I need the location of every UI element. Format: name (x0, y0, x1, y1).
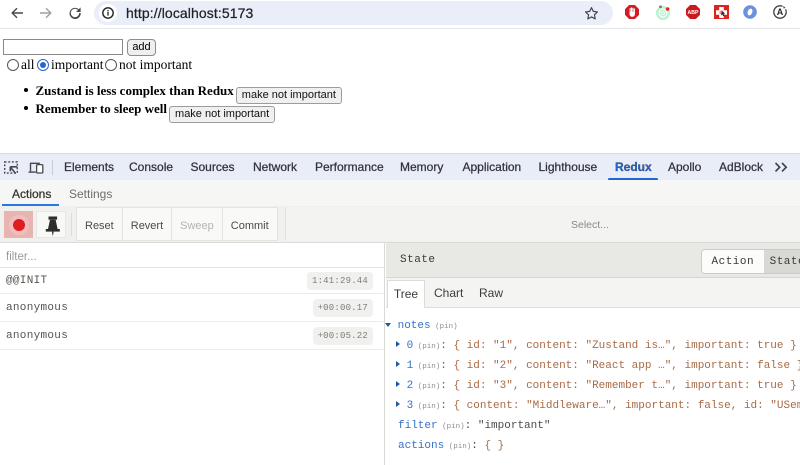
svg-text:A: A (777, 7, 784, 17)
svg-text:ABP: ABP (688, 10, 699, 16)
